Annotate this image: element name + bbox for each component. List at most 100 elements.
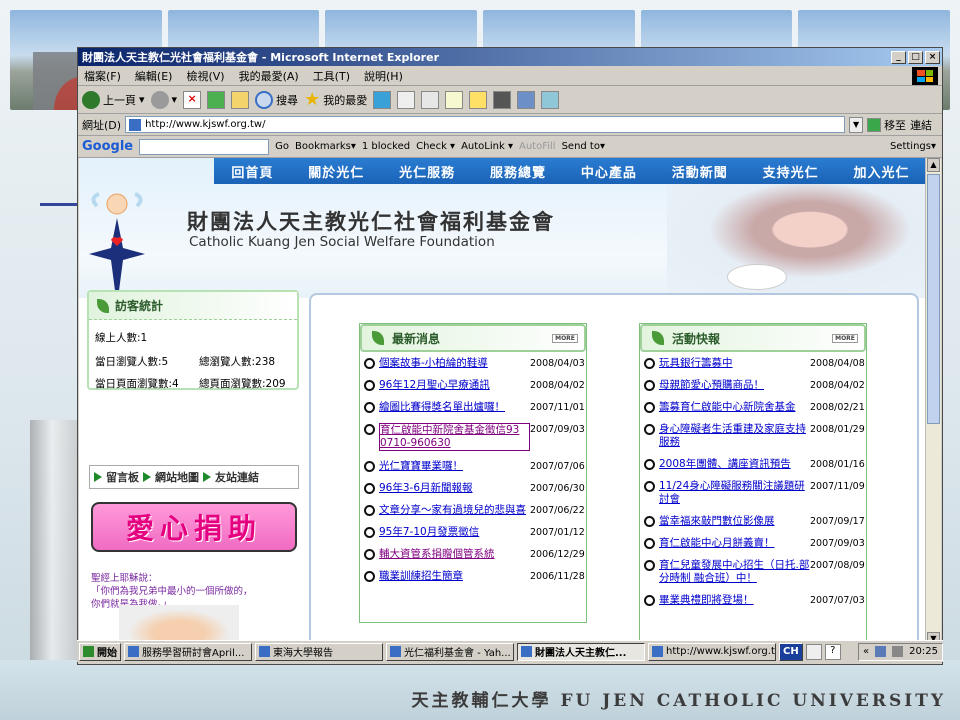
news-item[interactable]: 文章分享～家有過境兒的悲與喜 2007/06/22 (360, 499, 586, 521)
news-item[interactable]: 96年12月聖心早療通訊 2008/04/02 (360, 374, 586, 396)
google-go-button[interactable]: Go (275, 141, 289, 152)
news-item[interactable]: 繪圖比賽得獎名單出爐囉！ 2007/11/01 (360, 396, 586, 418)
scroll-up-icon[interactable]: ▲ (927, 158, 940, 172)
event-link[interactable]: 玩具銀行籌募中 (659, 357, 810, 370)
address-input[interactable]: http://www.kjswf.org.tw/ (125, 116, 846, 133)
menu-favorites[interactable]: 我的最愛(A) (239, 68, 299, 84)
event-link[interactable]: 畢業典禮即將登場！ (659, 594, 810, 607)
nav-news[interactable]: 活動新聞 (672, 162, 728, 181)
events-more-button[interactable]: MORE (832, 334, 858, 343)
taskbar-item-active[interactable]: 財團法人天主教仁... (517, 642, 645, 661)
minimize-button[interactable]: _ (891, 50, 906, 64)
news-more-button[interactable]: MORE (552, 334, 578, 343)
news-link[interactable]: 個案故事-小柏綸的鞋導 (379, 357, 530, 370)
event-item[interactable]: 11/24身心障礙服務關注議題研討會 2007/11/09 (640, 475, 866, 510)
news-link[interactable]: 95年7-10月發票徵信 (379, 526, 530, 539)
home-icon[interactable] (231, 90, 250, 109)
menu-edit[interactable]: 編輯(E) (135, 68, 173, 84)
back-button[interactable]: 上一頁 ▾ (82, 90, 145, 109)
research-icon[interactable] (517, 90, 536, 109)
event-item[interactable]: 身心障礙者生活重建及家庭支持服務 2008/01/29 (640, 418, 866, 453)
nav-home[interactable]: 回首頁 (231, 162, 273, 181)
news-link[interactable]: 繪圖比賽得獎名單出爐囉！ (379, 401, 530, 414)
favorites-button[interactable]: ★ 我的最愛 (304, 89, 367, 110)
help-icon[interactable]: ? (824, 643, 841, 660)
autofill-button[interactable]: AutoFill (519, 141, 556, 152)
scroll-thumb[interactable] (927, 174, 940, 424)
vertical-scrollbar[interactable]: ▲ ▼ (925, 158, 941, 646)
google-search-input[interactable] (139, 138, 270, 155)
bookmarks-button[interactable]: Bookmarks▾ (295, 141, 356, 152)
spellcheck-button[interactable]: Check ▾ (416, 141, 455, 152)
event-item[interactable]: 畢業典禮即將登場！ 2007/07/03 (640, 589, 866, 611)
event-link[interactable]: 身心障礙者生活重建及家庭支持服務 (659, 423, 810, 449)
event-link[interactable]: 育仁兒童發展中心招生（日托.部分時制 融合班）中！ (659, 559, 810, 585)
event-link[interactable]: 籌募育仁啟能中心新院舍基金 (659, 401, 810, 414)
menu-help[interactable]: 說明(H) (364, 68, 403, 84)
event-link[interactable]: 當幸福來敲門數位影像展 (659, 515, 810, 528)
network-icon[interactable] (875, 646, 887, 657)
volume-icon[interactable] (892, 646, 904, 657)
donate-button[interactable]: 愛心捐助 (91, 502, 297, 552)
taskbar-item[interactable]: 東海大學報告 (255, 642, 383, 661)
nav-join[interactable]: 加入光仁 (854, 162, 910, 181)
autolink-button[interactable]: AutoLink ▾ (461, 141, 513, 152)
link-sitemap[interactable]: 網站地圖 (155, 469, 199, 485)
nav-support[interactable]: 支持光仁 (763, 162, 819, 181)
address-dropdown-icon[interactable]: ▼ (849, 116, 864, 133)
news-item[interactable]: 輔大資管系捐贈個管系統 2006/12/29 (360, 543, 586, 565)
menu-tools[interactable]: 工具(T) (313, 68, 350, 84)
links-label[interactable]: 連結 (910, 117, 932, 133)
event-item[interactable]: 玩具銀行籌募中 2008/04/08 (640, 352, 866, 374)
event-item[interactable]: 當幸福來敲門數位影像展 2007/09/17 (640, 510, 866, 532)
event-link[interactable]: 育仁啟能中心月餅義賣！ (659, 537, 810, 550)
media-icon[interactable] (373, 90, 392, 109)
menu-file[interactable]: 檔案(F) (84, 68, 121, 84)
mail-icon[interactable] (421, 90, 440, 109)
menu-view[interactable]: 檢視(V) (186, 68, 224, 84)
event-item[interactable]: 籌募育仁啟能中心新院舍基金 2008/02/21 (640, 396, 866, 418)
close-button[interactable]: × (925, 50, 940, 64)
clock[interactable]: 20:25 (909, 646, 938, 657)
nav-about[interactable]: 關於光仁 (308, 162, 364, 181)
news-item[interactable]: 95年7-10月發票徵信 2007/01/12 (360, 521, 586, 543)
nav-products[interactable]: 中心產品 (581, 162, 637, 181)
print-icon[interactable] (445, 90, 464, 109)
keyboard-icon[interactable] (805, 643, 822, 660)
edit-icon[interactable] (469, 90, 488, 109)
popup-blocked-button[interactable]: 1 blocked (362, 141, 410, 152)
refresh-icon[interactable] (207, 90, 226, 109)
news-item[interactable]: 96年3-6月新聞報報 2007/06/30 (360, 477, 586, 499)
event-link[interactable]: 2008年團體、講座資訊預告 (659, 458, 810, 471)
search-button[interactable]: 搜尋 (255, 90, 298, 109)
news-link[interactable]: 職業訓練招生簡章 (379, 570, 530, 583)
stop-icon[interactable]: × (183, 90, 202, 109)
nav-overview[interactable]: 服務總覽 (490, 162, 546, 181)
news-item[interactable]: 個案故事-小柏綸的鞋導 2008/04/03 (360, 352, 586, 374)
news-link[interactable]: 96年3-6月新聞報報 (379, 482, 530, 495)
event-link[interactable]: 母親節愛心預購商品！ (659, 379, 810, 392)
sendto-button[interactable]: Send to▾ (562, 141, 605, 152)
news-link[interactable]: 96年12月聖心早療通訊 (379, 379, 530, 392)
maximize-button[interactable]: □ (908, 50, 923, 64)
nav-services[interactable]: 光仁服務 (399, 162, 455, 181)
news-link[interactable]: 光仁寶寶畢業囉！ (379, 460, 530, 473)
link-guestbook[interactable]: 留言板 (106, 469, 139, 485)
event-item[interactable]: 育仁兒童發展中心招生（日托.部分時制 融合班）中！ 2007/08/09 (640, 554, 866, 589)
taskbar-item[interactable]: 光仁福利基金會 - Yah... (386, 642, 514, 661)
discuss-icon[interactable] (493, 90, 512, 109)
taskbar-item[interactable]: http://www.kjswf.org.tw ... (648, 642, 776, 661)
news-link[interactable]: 輔大資管系捐贈個管系統 (379, 548, 530, 561)
news-item[interactable]: 光仁寶寶畢業囉！ 2007/07/06 (360, 455, 586, 477)
history-icon[interactable] (397, 90, 416, 109)
news-link[interactable]: 文章分享～家有過境兒的悲與喜 (379, 504, 530, 517)
event-link[interactable]: 11/24身心障礙服務關注議題研討會 (659, 480, 810, 506)
news-item[interactable]: 育仁啟能中新院舍基金徵信93 0710-960630 2007/09/03 (360, 418, 586, 455)
event-item[interactable]: 2008年團體、講座資訊預告 2008/01/16 (640, 453, 866, 475)
messenger-icon[interactable] (541, 90, 560, 109)
link-friend-sites[interactable]: 友站連結 (215, 469, 259, 485)
taskbar-item[interactable]: 服務學習研討會April... (124, 642, 252, 661)
language-indicator[interactable]: CH (779, 642, 803, 661)
event-item[interactable]: 育仁啟能中心月餅義賣！ 2007/09/03 (640, 532, 866, 554)
news-item[interactable]: 職業訓練招生簡章 2006/11/28 (360, 565, 586, 587)
